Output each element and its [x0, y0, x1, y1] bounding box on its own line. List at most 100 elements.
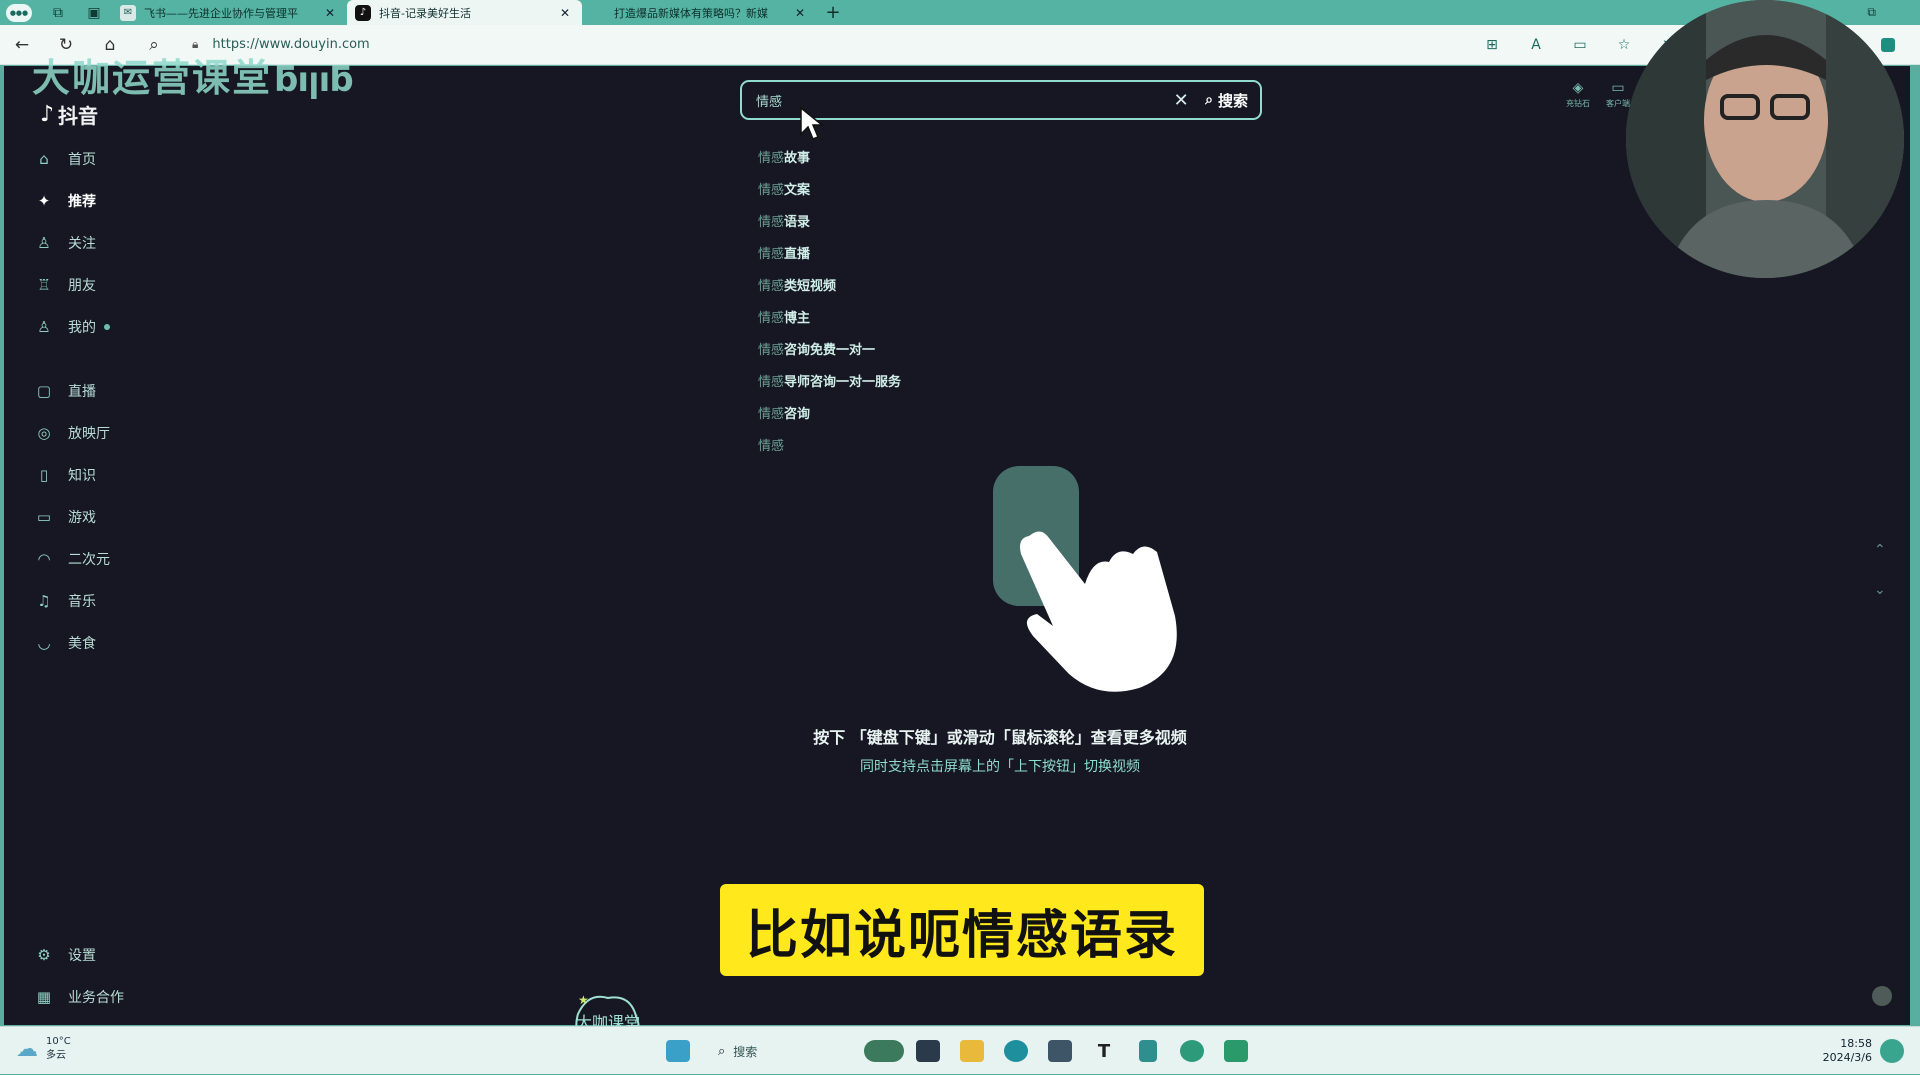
suggestion-suffix: 博主	[784, 310, 811, 326]
suggestion-suffix: 咨询免费一对一	[784, 342, 876, 358]
sidebar-item-label: 游戏	[68, 510, 96, 526]
search-suggestion-item[interactable]: 情感 文案	[758, 172, 1158, 204]
tab-title: 抖音-记录美好生活	[379, 6, 471, 20]
url-field[interactable]: 🔒︎ https://www.douyin.com	[192, 37, 370, 52]
mouse-cursor-icon	[800, 106, 825, 140]
sidebar-item-label: 首页	[68, 152, 96, 168]
suggestion-suffix: 咨询	[784, 406, 811, 422]
sidebar-item-mine[interactable]: ♙ 我的	[34, 306, 234, 348]
keyboard-hint-text: 按下 「键盘下键」或滑动「鼠标滚轮」查看更多视频	[813, 728, 1187, 747]
hd-icon[interactable]: ▭	[1558, 25, 1602, 65]
sidebar-item-game[interactable]: ▭ 游戏	[34, 496, 234, 538]
suggestion-prefix: 情感	[758, 278, 785, 294]
workspaces-icon[interactable]: ⧉	[40, 0, 76, 25]
tab-douyin[interactable]: ♪ 抖音-记录美好生活 ✕	[347, 0, 582, 25]
weather-description: 多云	[46, 1050, 66, 1061]
address-bar: ← ↻ ⌂ ⌕ 🔒︎ https://www.douyin.com ⊞ A ▭ …	[0, 25, 1920, 65]
suggestion-prefix: 情感	[758, 214, 785, 230]
search-button[interactable]: ⌕ 搜索	[1199, 90, 1260, 111]
suggestion-suffix: 文案	[784, 182, 811, 198]
friends-icon: ♖	[37, 276, 51, 294]
tab-article[interactable]: 打造爆品新媒体有策略吗？新媒 ✕	[582, 0, 817, 25]
user-icon: ♙	[37, 318, 51, 336]
window-restore-icon[interactable]: ⧉	[1867, 5, 1876, 20]
game-icon: ▭	[36, 508, 52, 526]
sidebar-item-follow[interactable]: ♙ 关注	[34, 222, 234, 264]
sidebar-item-settings[interactable]: ⚙ 设置	[34, 934, 234, 976]
header-logo-area: 大咖运营课堂 ƃıןıƃ ♪ 抖音	[32, 56, 354, 128]
suggestion-prefix: 情感	[758, 406, 785, 422]
video-app-icon[interactable]	[906, 1027, 950, 1075]
sidebar-item-home[interactable]: ⌂ 首页	[34, 138, 234, 180]
notepad-app-icon[interactable]	[1126, 1027, 1170, 1075]
help-icon[interactable]	[1872, 986, 1892, 1006]
new-tab-button[interactable]: +	[817, 2, 849, 23]
recharge-label: 充钻石	[1566, 99, 1590, 108]
knowledge-icon: ▯	[39, 466, 49, 484]
presenter-image	[1626, 0, 1904, 278]
tab-feishu[interactable]: ✉ 飞书——先进企业协作与管理平 ✕	[112, 0, 347, 25]
settings-icon: ⚙	[37, 946, 51, 964]
search-suggestion-item[interactable]: 情感 导师咨询一对一服务	[758, 364, 1158, 396]
search-suggestion-item[interactable]: 情感 直播	[758, 236, 1158, 268]
sidebar-item-anime[interactable]: ◠ 二次元	[34, 538, 234, 580]
start-button[interactable]	[656, 1027, 700, 1075]
taskbar-search[interactable]: ⌕ 搜索	[706, 1035, 856, 1067]
sidebar-item-business[interactable]: ▦ 业务合作	[34, 976, 234, 1018]
recharge-button[interactable]: ◈ 充钻石	[1558, 80, 1598, 109]
typora-app-icon[interactable]: T	[1082, 1027, 1126, 1075]
suggestion-prefix: 情感	[758, 438, 785, 454]
close-icon[interactable]: ✕	[556, 6, 574, 20]
notification-center-icon[interactable]	[1880, 1039, 1904, 1063]
search-suggestion-item[interactable]: 情感 语录	[758, 204, 1158, 236]
close-icon[interactable]: ✕	[791, 6, 809, 20]
app-install-icon[interactable]: ⊞	[1470, 25, 1514, 65]
sidebar-item-live[interactable]: ▢ 直播	[34, 370, 234, 412]
clear-icon[interactable]: ✕	[1163, 90, 1199, 111]
widgets-app-icon[interactable]	[862, 1027, 906, 1075]
music-icon: ♫	[37, 592, 51, 610]
chrome-dev-app-icon[interactable]	[1170, 1027, 1214, 1075]
sidebar-item-food[interactable]: ◡ 美食	[34, 622, 234, 664]
douyin-favicon-icon: ♪	[355, 4, 371, 21]
presenter-webcam-overlay	[1626, 0, 1904, 278]
favorite-star-icon[interactable]: ☆	[1602, 25, 1646, 65]
search-suggestion-item[interactable]: 情感 类短视频	[758, 268, 1158, 300]
system-clock[interactable]: 18:58 2024/3/6	[1792, 1037, 1872, 1065]
sidebar-item-label: 放映厅	[68, 426, 110, 442]
douyin-logo[interactable]: ♪ 抖音	[40, 100, 98, 129]
next-video-chevron-down-icon[interactable]: ⌄	[1874, 582, 1886, 598]
camera-app-icon[interactable]	[1038, 1027, 1082, 1075]
food-icon: ◡	[37, 634, 51, 652]
taskbar-search-placeholder: 搜索	[733, 1044, 758, 1059]
editor-app-icon[interactable]	[1214, 1027, 1258, 1075]
diamond-icon: ◈	[1572, 80, 1584, 96]
read-aloud-icon[interactable]: A	[1514, 25, 1558, 65]
suggestion-prefix: 情感	[758, 342, 785, 358]
taskbar-apps: ⌕ 搜索 T	[656, 1027, 1258, 1075]
search-suggestion-item[interactable]: 情感 咨询	[758, 396, 1158, 428]
search-icon: ⌕	[1205, 92, 1213, 108]
suggestion-suffix: 类短视频	[784, 278, 837, 294]
search-suggestion-item[interactable]: 情感 故事	[758, 140, 1158, 172]
suggestion-suffix: 故事	[784, 150, 811, 166]
sidebar-item-friends[interactable]: ♖ 朋友	[34, 264, 234, 306]
search-suggestion-item[interactable]: 情感 博主	[758, 300, 1158, 332]
sidebar-item-music[interactable]: ♫ 音乐	[34, 580, 234, 622]
tab-title: 飞书——先进企业协作与管理平	[144, 6, 298, 20]
previous-video-chevron-up-icon[interactable]: ⌃	[1874, 542, 1886, 558]
weather-widget[interactable]: ☁ 10°C 多云	[16, 1035, 71, 1063]
file-explorer-icon[interactable]	[950, 1027, 994, 1075]
suggestion-suffix: 导师咨询一对一服务	[784, 374, 902, 390]
search-suggestion-item[interactable]: 情感 咨询免费一对一	[758, 332, 1158, 364]
client-label: 客户端	[1606, 99, 1630, 108]
edge-browser-icon[interactable]	[994, 1027, 1038, 1075]
clock-date: 2024/3/6	[1822, 1051, 1872, 1064]
close-icon[interactable]: ✕	[321, 6, 339, 20]
browser-logo-icon[interactable]: ●●●	[6, 3, 32, 22]
sidebar-item-recommend[interactable]: ✦ 推荐	[34, 180, 234, 222]
sidebar-item-cinema[interactable]: ◎ 放映厅	[34, 412, 234, 454]
tab-actions-icon[interactable]: ▣	[76, 0, 112, 25]
search-suggestion-item[interactable]: 情感	[758, 428, 1158, 460]
sidebar-item-knowledge[interactable]: ▯ 知识	[34, 454, 234, 496]
